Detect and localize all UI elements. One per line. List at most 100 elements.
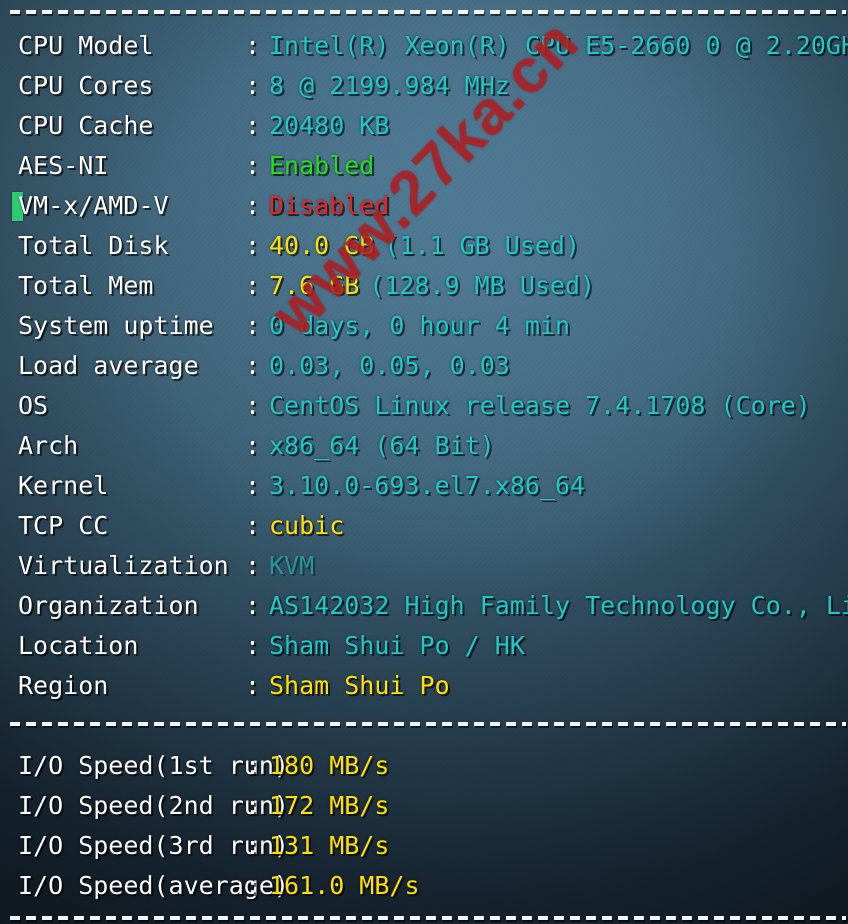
field-colon: : bbox=[245, 111, 261, 140]
sysinfo-row: CPU Cache:20480 KB bbox=[0, 106, 848, 146]
field-colon: : bbox=[245, 791, 261, 820]
sysinfo-value-primary: Disabled bbox=[269, 191, 390, 220]
sysinfo-row: Organization: AS142032 High Family Techno… bbox=[0, 586, 848, 626]
field-colon: : bbox=[245, 231, 261, 260]
field-colon: : bbox=[245, 591, 261, 620]
field-colon: : bbox=[245, 871, 261, 900]
sysinfo-row: VM-x/AMD-V: Disabled bbox=[0, 186, 848, 226]
sysinfo-value-primary: Enabled bbox=[269, 151, 375, 180]
sysinfo-row: Arch: x86_64 (64 Bit) bbox=[0, 426, 848, 466]
sysinfo-value: 20480 KB bbox=[269, 106, 389, 146]
field-colon: : bbox=[245, 311, 261, 340]
sysinfo-value: Intel(R) Xeon(R) CPU E5-2660 0 @ 2.20GHz bbox=[269, 26, 848, 66]
sysinfo-label: System uptime bbox=[18, 311, 214, 340]
sysinfo-value: 7.6 GB (128.9 MB Used) bbox=[269, 266, 595, 306]
sysinfo-value: Sham Shui Po bbox=[269, 666, 450, 706]
sysinfo-value-secondary: (1.1 GB Used) bbox=[384, 231, 581, 260]
field-colon: : bbox=[245, 31, 261, 60]
sysinfo-value-primary: 0 days, 0 hour 4 min bbox=[269, 311, 571, 340]
separator-line-top bbox=[10, 10, 846, 14]
sysinfo-value-primary: 7.6 GB bbox=[269, 271, 360, 300]
iospeed-row: I/O Speed(2nd run):172 MB/s bbox=[0, 786, 848, 826]
iospeed-value-primary: 180 MB/s bbox=[269, 751, 390, 780]
sysinfo-value-primary: Sham Shui Po / HK bbox=[269, 631, 525, 660]
sysinfo-row: Virtualization: KVM bbox=[0, 546, 848, 586]
sysinfo-value: AS142032 High Family Technology Co., Lim… bbox=[269, 586, 848, 626]
sysinfo-value-primary: 20480 KB bbox=[269, 111, 390, 140]
sysinfo-value-secondary: (128.9 MB Used) bbox=[369, 271, 596, 300]
iospeed-value: 172 MB/s bbox=[269, 786, 389, 826]
iospeed-value: 131 MB/s bbox=[269, 826, 389, 866]
sysinfo-label: CPU Cache bbox=[18, 111, 154, 140]
sysinfo-value: Disabled bbox=[269, 186, 389, 226]
iospeed-value-primary: 172 MB/s bbox=[269, 791, 390, 820]
sysinfo-row: Region: Sham Shui Po bbox=[0, 666, 848, 706]
field-colon: : bbox=[245, 511, 261, 540]
sysinfo-row: CPU Cores:8 @ 2199.984 MHz bbox=[0, 66, 848, 106]
field-colon: : bbox=[245, 191, 261, 220]
sysinfo-value: Sham Shui Po / HK bbox=[269, 626, 525, 666]
sysinfo-value-primary: Intel(R) Xeon(R) CPU E5-2660 0 @ 2.20GHz bbox=[269, 31, 848, 60]
iospeed-row: I/O Speed(average):161.0 MB/s bbox=[0, 866, 848, 906]
sysinfo-label: Load average bbox=[18, 351, 199, 380]
sysinfo-label: VM-x/AMD-V bbox=[18, 191, 169, 220]
separator-line-bottom bbox=[10, 916, 846, 920]
field-colon: : bbox=[245, 631, 261, 660]
sysinfo-row: Kernel:3.10.0-693.el7.x86_64 bbox=[0, 466, 848, 506]
sysinfo-row: Load average:0.03, 0.05, 0.03 bbox=[0, 346, 848, 386]
sysinfo-label: AES-NI bbox=[18, 151, 109, 180]
sysinfo-value: 0.03, 0.05, 0.03 bbox=[269, 346, 510, 386]
sysinfo-value-primary: AS142032 High Family Technology Co., Lim… bbox=[269, 591, 848, 620]
sysinfo-value-primary: Sham Shui Po bbox=[269, 671, 450, 700]
sysinfo-value: cubic bbox=[269, 506, 344, 546]
field-colon: : bbox=[245, 671, 261, 700]
separator-line-middle bbox=[10, 722, 846, 726]
sysinfo-label: CPU Model bbox=[18, 31, 154, 60]
sysinfo-row: Location: Sham Shui Po / HK bbox=[0, 626, 848, 666]
sysinfo-value-primary: 3.10.0-693.el7.x86_64 bbox=[269, 471, 586, 500]
field-colon: : bbox=[245, 471, 261, 500]
sysinfo-label: Region bbox=[18, 671, 109, 700]
sysinfo-value-primary: 0.03, 0.05, 0.03 bbox=[269, 351, 510, 380]
sysinfo-value-primary: 40.0 GB bbox=[269, 231, 375, 260]
sysinfo-value: 3.10.0-693.el7.x86_64 bbox=[269, 466, 585, 506]
sysinfo-row: System uptime:0 days, 0 hour 4 min bbox=[0, 306, 848, 346]
sysinfo-value: 8 @ 2199.984 MHz bbox=[269, 66, 510, 106]
sysinfo-row: CPU Model: Intel(R) Xeon(R) CPU E5-2660 0… bbox=[0, 26, 848, 66]
sysinfo-label: Total Disk bbox=[18, 231, 169, 260]
sysinfo-label: Arch bbox=[18, 431, 79, 460]
sysinfo-value-primary: KVM bbox=[269, 551, 315, 580]
sysinfo-label: Total Mem bbox=[18, 271, 154, 300]
iospeed-value: 180 MB/s bbox=[269, 746, 389, 786]
io-speed-section: I/O Speed(1st run):180 MB/s I/O Speed(2nd… bbox=[0, 746, 848, 906]
sysinfo-value-primary: x86_64 (64 Bit) bbox=[269, 431, 495, 460]
system-info-section: CPU Model: Intel(R) Xeon(R) CPU E5-2660 0… bbox=[0, 26, 848, 706]
sysinfo-label: Kernel bbox=[18, 471, 109, 500]
sysinfo-row: TCP CC: cubic bbox=[0, 506, 848, 546]
sysinfo-label: OS bbox=[18, 391, 49, 420]
field-colon: : bbox=[245, 831, 261, 860]
sysinfo-value-primary: 8 @ 2199.984 MHz bbox=[269, 71, 510, 100]
sysinfo-value: KVM bbox=[269, 546, 314, 586]
iospeed-row: I/O Speed(1st run):180 MB/s bbox=[0, 746, 848, 786]
field-colon: : bbox=[245, 751, 261, 780]
iospeed-value-primary: 161.0 MB/s bbox=[269, 871, 420, 900]
sysinfo-row: AES-NI: Enabled bbox=[0, 146, 848, 186]
terminal-benchmark-output: CPU Model: Intel(R) Xeon(R) CPU E5-2660 0… bbox=[0, 0, 848, 924]
sysinfo-value-primary: cubic bbox=[269, 511, 345, 540]
field-colon: : bbox=[245, 391, 261, 420]
sysinfo-row: Total Mem:7.6 GB (128.9 MB Used) bbox=[0, 266, 848, 306]
field-colon: : bbox=[245, 271, 261, 300]
iospeed-row: I/O Speed(3rd run):131 MB/s bbox=[0, 826, 848, 866]
iospeed-value-primary: 131 MB/s bbox=[269, 831, 390, 860]
sysinfo-label: CPU Cores bbox=[18, 71, 154, 100]
iospeed-value: 161.0 MB/s bbox=[269, 866, 420, 906]
field-colon: : bbox=[245, 551, 261, 580]
sysinfo-row: OS: CentOS Linux release 7.4.1708 (Core) bbox=[0, 386, 848, 426]
field-colon: : bbox=[245, 71, 261, 100]
field-colon: : bbox=[245, 151, 261, 180]
sysinfo-value: 40.0 GB (1.1 GB Used) bbox=[269, 226, 580, 266]
field-colon: : bbox=[245, 351, 261, 380]
field-colon: : bbox=[245, 431, 261, 460]
sysinfo-label: TCP CC bbox=[18, 511, 109, 540]
